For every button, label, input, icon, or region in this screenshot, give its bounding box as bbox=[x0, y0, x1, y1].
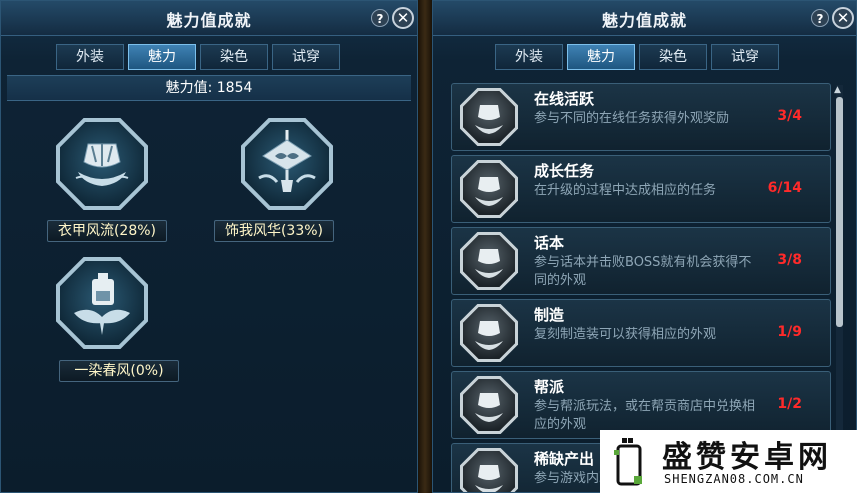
tab-bar: 外装 魅力 染色 试穿 bbox=[495, 44, 779, 70]
achievement-name: 话本 bbox=[534, 234, 565, 252]
achievement-progress: 1/2 bbox=[777, 396, 802, 412]
tab-appearance[interactable]: 外装 bbox=[56, 44, 124, 70]
achievement-row[interactable]: 话本 参与话本并击败BOSS就有机会获得不同的外观 3/8 bbox=[451, 227, 831, 295]
accessory-category-icon[interactable] bbox=[241, 118, 333, 210]
achievement-row[interactable]: 成长任务 在升级的过程中达成相应的任务 6/14 bbox=[451, 155, 831, 223]
achievement-description: 参与帮派玩法，或在帮贡商店中兑换相应的外观 bbox=[534, 399, 756, 432]
tab-charm[interactable]: 魅力 bbox=[567, 44, 635, 70]
charm-window-left: 魅力值成就 ? ✕ 外装 魅力 染色 试穿 魅力值: 1854 衣甲风流(28%… bbox=[0, 0, 418, 493]
achievement-emblem-icon bbox=[460, 88, 518, 146]
achievement-emblem-icon bbox=[460, 232, 518, 290]
tab-try-on[interactable]: 试穿 bbox=[711, 44, 779, 70]
scroll-thumb[interactable] bbox=[836, 97, 843, 327]
category-label-armor[interactable]: 衣甲风流(28%) bbox=[47, 220, 167, 242]
help-button[interactable]: ? bbox=[371, 9, 389, 27]
tab-try-on[interactable]: 试穿 bbox=[272, 44, 340, 70]
achievement-name: 在线活跃 bbox=[534, 90, 595, 108]
achievement-name: 稀缺产出 bbox=[534, 450, 595, 468]
help-button[interactable]: ? bbox=[811, 9, 829, 27]
close-button[interactable]: ✕ bbox=[392, 7, 414, 29]
tab-dye[interactable]: 染色 bbox=[200, 44, 268, 70]
charm-value: 魅力值: 1854 bbox=[7, 75, 411, 101]
achievement-progress: 6/14 bbox=[767, 180, 802, 196]
achievement-name: 帮派 bbox=[534, 378, 565, 396]
achievement-name: 制造 bbox=[534, 306, 565, 324]
tab-bar: 外装 魅力 染色 试穿 bbox=[56, 44, 340, 70]
achievement-name: 成长任务 bbox=[534, 162, 595, 180]
achievement-description: 在升级的过程中达成相应的任务 bbox=[534, 183, 717, 198]
title-bar[interactable]: 魅力值成就 ? ✕ bbox=[433, 1, 856, 36]
charm-window-right: 魅力值成就 ? ✕ 外装 魅力 染色 试穿 在线活跃 参与不同的在线任务获得外观… bbox=[432, 0, 857, 493]
site-watermark: 盛赞安卓网 SHENGZAN08.COM.CN bbox=[600, 430, 857, 493]
achievement-progress: 3/4 bbox=[777, 108, 802, 124]
achievement-description: 参与话本并击败BOSS就有机会获得不同的外观 bbox=[534, 255, 752, 288]
window-divider bbox=[418, 0, 432, 493]
achievement-progress: 3/8 bbox=[777, 252, 802, 268]
achievement-description: 复刻制造装可以获得相应的外观 bbox=[534, 327, 717, 342]
dye-category-icon[interactable] bbox=[56, 257, 148, 349]
achievement-progress: 1/9 bbox=[777, 324, 802, 340]
achievement-row[interactable]: 帮派 参与帮派玩法，或在帮贡商店中兑换相应的外观 1/2 bbox=[451, 371, 831, 439]
achievement-emblem-icon bbox=[460, 160, 518, 218]
tab-dye[interactable]: 染色 bbox=[639, 44, 707, 70]
window-title: 魅力值成就 bbox=[166, 11, 252, 30]
close-button[interactable]: ✕ bbox=[832, 7, 854, 29]
achievement-row[interactable]: 制造 复刻制造装可以获得相应的外观 1/9 bbox=[451, 299, 831, 367]
watermark-title: 盛赞安卓网 bbox=[662, 440, 832, 475]
tab-appearance[interactable]: 外装 bbox=[495, 44, 563, 70]
achievement-emblem-icon bbox=[460, 448, 518, 492]
scroll-up-icon[interactable]: ▲ bbox=[834, 85, 841, 95]
achievement-emblem-icon bbox=[460, 376, 518, 434]
window-title: 魅力值成就 bbox=[601, 11, 687, 30]
achievement-emblem-icon bbox=[460, 304, 518, 362]
category-label-accessory[interactable]: 饰我风华(33%) bbox=[214, 220, 334, 242]
title-bar[interactable]: 魅力值成就 ? ✕ bbox=[1, 1, 417, 36]
achievement-row[interactable]: 在线活跃 参与不同的在线任务获得外观奖励 3/4 bbox=[451, 83, 831, 151]
armor-category-icon[interactable] bbox=[56, 118, 148, 210]
watermark-url: SHENGZAN08.COM.CN bbox=[664, 472, 804, 486]
tab-charm[interactable]: 魅力 bbox=[128, 44, 196, 70]
category-label-dye[interactable]: 一染春风(0%) bbox=[59, 360, 179, 382]
achievement-description: 参与不同的在线任务获得外观奖励 bbox=[534, 111, 730, 126]
phone-logo-icon bbox=[614, 438, 642, 486]
